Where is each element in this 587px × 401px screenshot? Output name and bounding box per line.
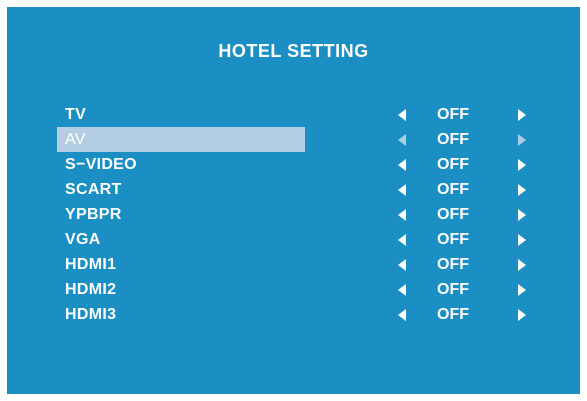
selection-highlight xyxy=(57,102,305,127)
arrow-right-icon[interactable] xyxy=(518,259,526,271)
menu-item-label: AV xyxy=(65,131,86,148)
menu-item-tv[interactable]: TV OFF xyxy=(7,102,580,127)
hotel-setting-menu: HOTEL SETTING TV OFF AV OFF S−VIDEO OFF … xyxy=(7,7,580,394)
menu-item-label: YPBPR xyxy=(65,206,122,223)
arrow-right-icon[interactable] xyxy=(518,284,526,296)
arrow-right-icon[interactable] xyxy=(518,184,526,196)
menu-item-hdmi1[interactable]: HDMI1 OFF xyxy=(7,252,580,277)
menu-item-value: OFF xyxy=(437,156,469,173)
menu-item-label: HDMI3 xyxy=(65,306,117,323)
menu-item-label: TV xyxy=(65,106,87,123)
arrow-left-icon[interactable] xyxy=(398,134,406,146)
menu-item-av[interactable]: AV OFF xyxy=(7,127,580,152)
menu-item-scart[interactable]: SCART OFF xyxy=(7,177,580,202)
arrow-left-icon[interactable] xyxy=(398,109,406,121)
menu-item-value: OFF xyxy=(437,306,469,323)
menu-item-value: OFF xyxy=(437,181,469,198)
arrow-right-icon[interactable] xyxy=(518,159,526,171)
menu-item-label: SCART xyxy=(65,181,122,198)
arrow-left-icon[interactable] xyxy=(398,309,406,321)
selection-highlight xyxy=(57,127,305,152)
arrow-left-icon[interactable] xyxy=(398,259,406,271)
menu-item-hdmi2[interactable]: HDMI2 OFF xyxy=(7,277,580,302)
arrow-right-icon[interactable] xyxy=(518,234,526,246)
menu-item-value: OFF xyxy=(437,281,469,298)
arrow-right-icon[interactable] xyxy=(518,309,526,321)
menu-item-value: OFF xyxy=(437,231,469,248)
menu-item-value: OFF xyxy=(437,106,469,123)
arrow-left-icon[interactable] xyxy=(398,209,406,221)
menu-item-label: HDMI2 xyxy=(65,281,117,298)
menu-item-value: OFF xyxy=(437,131,469,148)
arrow-left-icon[interactable] xyxy=(398,284,406,296)
menu-item-label: S−VIDEO xyxy=(65,156,137,173)
arrow-left-icon[interactable] xyxy=(398,159,406,171)
menu-item-value: OFF xyxy=(437,256,469,273)
menu-item-vga[interactable]: VGA OFF xyxy=(7,227,580,252)
arrow-right-icon[interactable] xyxy=(518,134,526,146)
arrow-left-icon[interactable] xyxy=(398,184,406,196)
menu-item-label: HDMI1 xyxy=(65,256,117,273)
arrow-left-icon[interactable] xyxy=(398,234,406,246)
menu-item-ypbpr[interactable]: YPBPR OFF xyxy=(7,202,580,227)
menu-item-hdmi3[interactable]: HDMI3 OFF xyxy=(7,302,580,327)
menu-title: HOTEL SETTING xyxy=(218,41,369,61)
menu-item-value: OFF xyxy=(437,206,469,223)
menu-list: TV OFF AV OFF S−VIDEO OFF SCART OFF YPBP… xyxy=(7,102,580,327)
menu-item-s-video[interactable]: S−VIDEO OFF xyxy=(7,152,580,177)
arrow-right-icon[interactable] xyxy=(518,109,526,121)
arrow-right-icon[interactable] xyxy=(518,209,526,221)
menu-item-label: VGA xyxy=(65,231,101,248)
